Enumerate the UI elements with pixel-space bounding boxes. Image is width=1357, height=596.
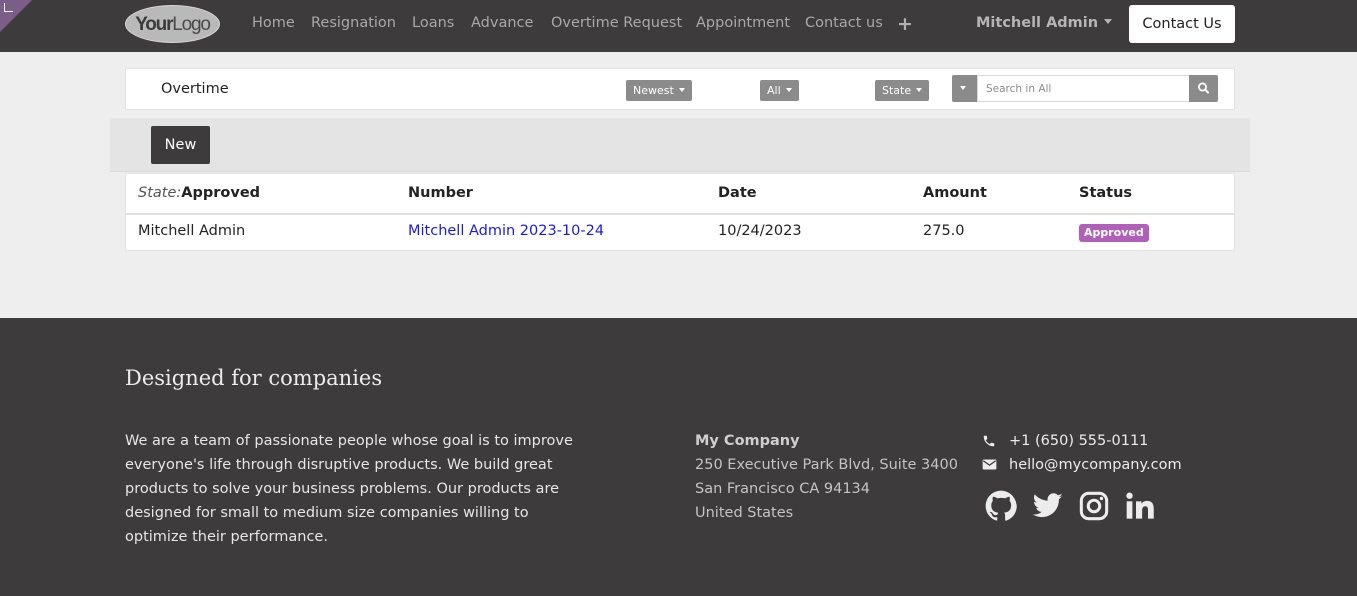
chevron-down-icon bbox=[916, 87, 923, 92]
address-line: United States bbox=[695, 505, 794, 521]
sort-dropdown[interactable]: Newest bbox=[626, 80, 692, 101]
chevron-down-icon bbox=[678, 87, 685, 92]
search-group bbox=[952, 75, 1218, 102]
cell-number-link[interactable]: Mitchell Admin 2023-10-24 bbox=[408, 223, 604, 239]
corner-mark-icon bbox=[4, 3, 13, 12]
nav-overtime-request[interactable]: Overtime Request bbox=[551, 15, 682, 31]
phone-icon bbox=[983, 435, 995, 447]
logo-text-bold: Your bbox=[135, 14, 173, 35]
column-header-number: Number bbox=[408, 185, 473, 201]
user-name: Mitchell Admin bbox=[976, 15, 1099, 31]
footer-contact: +1 (650) 555-0111 hello@mycompany.com bbox=[982, 429, 1182, 477]
linkedin-icon[interactable] bbox=[1124, 490, 1156, 522]
chevron-down-icon bbox=[960, 86, 966, 90]
portal-searchbar: Overtime Newest All State bbox=[125, 68, 1235, 110]
action-strip: New bbox=[110, 118, 1250, 172]
cell-date: 10/24/2023 bbox=[718, 223, 802, 239]
email-row: hello@mycompany.com bbox=[982, 453, 1182, 477]
nav-contact-us[interactable]: Contact us bbox=[805, 15, 883, 31]
twitter-icon[interactable] bbox=[1032, 490, 1064, 522]
page-title: Overtime bbox=[161, 81, 229, 97]
footer: Designed for companies We are a team of … bbox=[0, 318, 1357, 596]
search-icon bbox=[1197, 82, 1209, 94]
logo-text: Logo bbox=[172, 14, 211, 35]
search-input[interactable] bbox=[977, 75, 1190, 102]
email-link[interactable]: hello@mycompany.com bbox=[1009, 457, 1182, 473]
search-field-dropdown[interactable] bbox=[952, 75, 977, 102]
address-line: San Francisco CA 94134 bbox=[695, 481, 870, 497]
address-line: 250 Executive Park Blvd, Suite 3400 bbox=[695, 457, 958, 473]
company-name: My Company bbox=[695, 433, 800, 449]
column-header-status: Status bbox=[1079, 185, 1133, 201]
nav-home[interactable]: Home bbox=[252, 15, 295, 31]
phone-row: +1 (650) 555-0111 bbox=[982, 429, 1182, 453]
github-icon[interactable] bbox=[985, 490, 1017, 522]
overtime-table: State:Approved Number Date Amount Status… bbox=[125, 173, 1235, 251]
company-logo[interactable]: YourLogo bbox=[125, 5, 220, 43]
column-header-date: Date bbox=[718, 185, 757, 201]
chevron-down-icon bbox=[1104, 19, 1113, 24]
table-header: State:Approved Number Date Amount Status bbox=[126, 174, 1234, 215]
group-header[interactable]: State:Approved bbox=[138, 185, 260, 201]
chevron-down-icon bbox=[785, 87, 792, 92]
nav-resignation[interactable]: Resignation bbox=[311, 15, 396, 31]
envelope-icon bbox=[982, 459, 997, 470]
status-badge: Approved bbox=[1079, 224, 1149, 242]
column-header-amount: Amount bbox=[923, 185, 987, 201]
top-navbar: YourLogo Home Resignation Loans Advance … bbox=[0, 0, 1357, 52]
cell-amount: 275.0 bbox=[923, 223, 965, 239]
groupby-dropdown[interactable]: State bbox=[875, 80, 930, 101]
user-menu-dropdown[interactable]: Mitchell Admin bbox=[976, 15, 1113, 31]
footer-about-text: We are a team of passionate people whose… bbox=[125, 433, 573, 545]
filter-dropdown[interactable]: All bbox=[760, 80, 799, 101]
filter-label: All bbox=[767, 84, 781, 97]
group-value: Approved bbox=[181, 185, 261, 201]
nav-loans[interactable]: Loans bbox=[412, 15, 454, 31]
footer-company-address: My Company 250 Executive Park Blvd, Suit… bbox=[695, 429, 958, 525]
nav-advance[interactable]: Advance bbox=[471, 15, 533, 31]
add-menu-icon[interactable]: + bbox=[897, 13, 913, 35]
groupby-label: State bbox=[882, 84, 912, 97]
new-button[interactable]: New bbox=[151, 126, 210, 164]
phone-number[interactable]: +1 (650) 555-0111 bbox=[1009, 433, 1148, 449]
cell-employee: Mitchell Admin bbox=[138, 223, 246, 239]
search-button[interactable] bbox=[1189, 75, 1218, 102]
sort-label: Newest bbox=[633, 84, 674, 97]
group-prefix: State: bbox=[138, 185, 182, 201]
footer-title: Designed for companies bbox=[125, 366, 383, 390]
nav-appointment[interactable]: Appointment bbox=[696, 15, 790, 31]
instagram-icon[interactable] bbox=[1078, 490, 1110, 522]
contact-us-button[interactable]: Contact Us bbox=[1129, 5, 1235, 43]
